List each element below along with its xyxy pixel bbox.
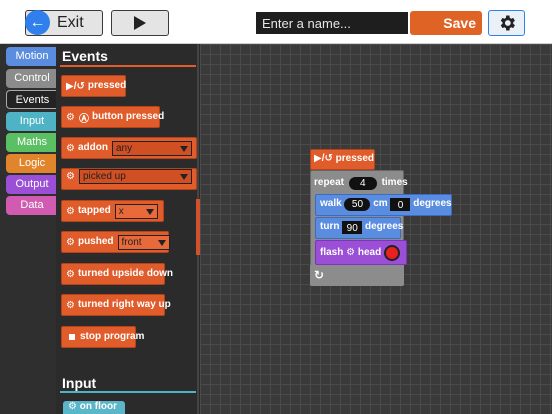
back-arrow-icon: ← xyxy=(25,10,50,35)
tab-events[interactable]: Events xyxy=(6,90,58,109)
stop-program-label: stop program xyxy=(80,331,145,342)
tab-data[interactable]: Data xyxy=(6,196,58,215)
input-section-divider xyxy=(60,391,196,393)
addon-label: addon xyxy=(77,142,108,153)
chevron-down-icon xyxy=(179,174,188,180)
walk-angle-input[interactable]: 0 xyxy=(390,197,411,211)
play-button[interactable] xyxy=(111,10,169,36)
loop-icon: ↻ xyxy=(314,268,325,282)
category-tabs: Motion Control Events Input Maths Logic … xyxy=(0,44,58,414)
save-button[interactable]: Save xyxy=(410,11,482,35)
turned-upside-down-label: turned upside down xyxy=(77,268,173,279)
repeat-times-label: times xyxy=(381,177,408,188)
play-icon xyxy=(134,16,146,30)
robot-icon: ⚙ xyxy=(66,111,75,123)
pushed-dropdown[interactable]: front xyxy=(117,234,170,250)
play-reload-icon: ▶/↺ xyxy=(66,80,85,92)
repeat-count-input[interactable]: 4 xyxy=(348,176,377,190)
settings-button[interactable] xyxy=(488,10,525,36)
addon-block[interactable]: ⚙ addon any xyxy=(61,137,197,159)
workspace-pressed-block[interactable]: ▶/↺ pressed xyxy=(310,149,375,170)
robot-icon: ⚙ xyxy=(346,247,356,258)
flash-block[interactable]: flash ⚙ head xyxy=(315,240,407,265)
flash-target-label: head xyxy=(357,247,382,258)
on-floor-block[interactable]: ⚙ on floor xyxy=(63,401,125,414)
pushed-dropdown-value: front xyxy=(121,236,142,248)
turn-label: turn xyxy=(320,221,340,232)
walk-unit-label: cm xyxy=(373,198,388,209)
exit-label: Exit xyxy=(57,14,84,31)
chevron-down-icon xyxy=(157,239,166,246)
robot-icon: ⚙ xyxy=(66,299,75,311)
program-name-input[interactable] xyxy=(256,12,408,34)
repeat-label: repeat xyxy=(314,177,345,188)
stop-program-block[interactable]: stop program xyxy=(61,326,144,348)
stop-icon xyxy=(69,334,75,340)
tapped-dropdown[interactable]: x xyxy=(114,203,158,219)
robot-icon: ⚙ xyxy=(68,401,77,412)
turn-angle-input[interactable]: 90 xyxy=(342,220,363,234)
pushed-label: pushed xyxy=(77,236,114,247)
walk-degrees-label: degrees xyxy=(413,198,452,209)
walk-block[interactable]: walk 50 cm 0 degrees xyxy=(315,194,452,216)
turned-right-way-up-label: turned right way up xyxy=(77,299,171,310)
tab-input[interactable]: Input xyxy=(6,112,58,131)
flash-label: flash xyxy=(320,247,344,258)
block-palette[interactable]: Events Input xyxy=(56,44,199,414)
on-floor-label: on floor xyxy=(79,401,117,412)
picked-up-dropdown[interactable]: picked up xyxy=(78,169,192,184)
addon-dropdown-value: any xyxy=(115,142,133,154)
tapped-label: tapped xyxy=(77,205,111,216)
chevron-down-icon xyxy=(145,208,154,215)
button-pressed-block[interactable]: ⚙ Ⓐbutton pressed xyxy=(61,106,164,128)
tapped-dropdown-value: x xyxy=(118,205,124,217)
tab-maths[interactable]: Maths xyxy=(6,133,58,152)
walk-distance-input[interactable]: 50 xyxy=(344,197,371,211)
tab-logic[interactable]: Logic xyxy=(6,154,58,173)
tapped-block[interactable]: ⚙ tapped x xyxy=(61,200,164,222)
top-toolbar: ← Exit Save xyxy=(0,0,552,44)
pressed-label: pressed xyxy=(87,80,127,91)
turned-upside-down-block[interactable]: ⚙ turned upside down xyxy=(61,263,173,285)
robot-icon: ⚙ xyxy=(66,205,75,217)
input-section-title: Input xyxy=(62,375,97,391)
robot-icon: ⚙ xyxy=(66,268,75,280)
turned-right-way-up-block[interactable]: ⚙ turned right way up xyxy=(61,294,171,316)
tab-control[interactable]: Control xyxy=(6,69,58,88)
robot-icon: ⚙ xyxy=(66,171,75,182)
button-pressed-label: button pressed xyxy=(91,111,165,122)
robot-icon: ⚙ xyxy=(66,236,75,248)
hat-label: pressed xyxy=(335,153,374,164)
picked-up-dropdown-value: picked up xyxy=(82,171,126,182)
pressed-block[interactable]: ▶/↺ pressed xyxy=(61,75,126,97)
addon-dropdown[interactable]: any xyxy=(111,140,192,156)
walk-label: walk xyxy=(320,198,342,209)
exit-button[interactable]: ← Exit xyxy=(25,10,103,36)
play-reload-icon: ▶/↺ xyxy=(314,153,333,164)
tab-output[interactable]: Output xyxy=(6,175,58,194)
picked-up-block[interactable]: ⚙ picked up xyxy=(61,168,197,190)
turn-degrees-label: degrees xyxy=(365,221,404,232)
gear-icon xyxy=(500,15,515,31)
events-section-divider xyxy=(60,65,196,67)
chevron-down-icon xyxy=(179,145,188,152)
app-window: ← Exit Save Motion Control Events Input … xyxy=(0,0,552,414)
flash-color-picker[interactable] xyxy=(384,244,400,261)
tab-motion[interactable]: Motion xyxy=(6,47,58,66)
repeat-header: repeat 4 times xyxy=(314,174,408,192)
robot-icon: ⚙ xyxy=(66,142,75,154)
repeat-footer: ↻ xyxy=(310,265,404,286)
circle-button-icon: Ⓐ xyxy=(78,113,89,125)
save-label: Save xyxy=(443,15,476,31)
events-section-title: Events xyxy=(62,48,108,64)
turn-block[interactable]: turn 90 degrees xyxy=(315,217,404,239)
pushed-block[interactable]: ⚙ pushed front xyxy=(61,231,170,253)
